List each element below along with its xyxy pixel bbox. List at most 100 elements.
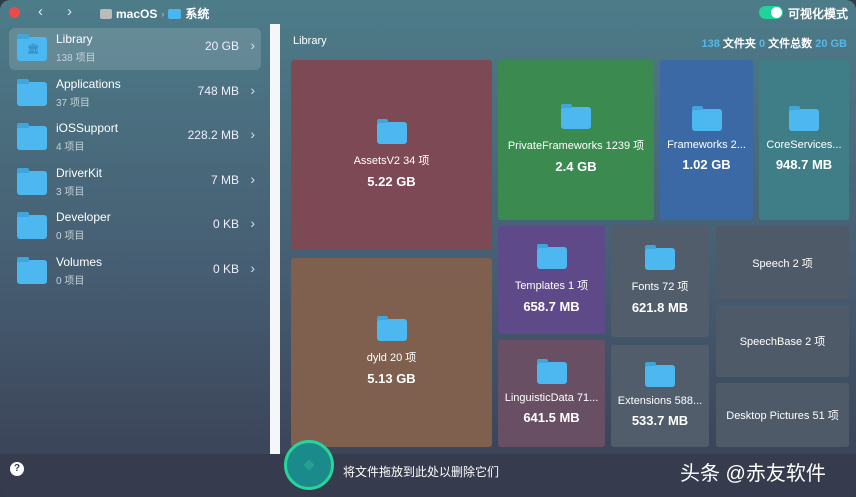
chevron-right-icon: ›: [250, 81, 255, 98]
item-name: iOSSupport: [56, 121, 119, 136]
item-count: 0 项目: [56, 231, 85, 243]
tile-size: 1.02 GB: [682, 156, 731, 172]
tile-size: 5.13 GB: [367, 371, 416, 386]
treemap-tile[interactable]: AssetsV2 34 项 5.22 GB: [291, 60, 492, 250]
chevron-right-icon: ›: [250, 170, 255, 187]
item-size: 7 MB: [210, 172, 239, 187]
item-size: 0 KB: [212, 217, 239, 232]
item-size: 748 MB: [197, 83, 239, 98]
sidebar-item[interactable]: 🏛 Library 138 项目 20 GB ›: [9, 28, 261, 70]
sidebar-item[interactable]: Applications 37 项目 748 MB ›: [9, 73, 261, 115]
treemap-tile[interactable]: LinguisticData 71... 641.5 MB: [498, 340, 605, 447]
breadcrumb-item[interactable]: 系统: [185, 5, 209, 22]
item-name: DriverKit: [56, 165, 103, 180]
folder-icon: [645, 361, 675, 387]
folder-icon: [789, 105, 819, 131]
folder-icon: [17, 212, 47, 240]
tile-size: 5.22 GB: [367, 173, 416, 189]
item-size: 20 GB: [204, 39, 239, 53]
drop-hint: 将文件拖放到此处以删除它们: [343, 465, 500, 479]
tile-name: PrivateFrameworks 1239 项: [507, 139, 645, 152]
tile-name: LinguisticData 71...: [504, 392, 599, 404]
file-count: 0: [758, 38, 766, 50]
tile-size: 621.8 MB: [631, 300, 689, 315]
treemap-tile[interactable]: Extensions 588... 533.7 MB: [611, 345, 709, 447]
sidebar-item[interactable]: Volumes 0 项目 0 KB ›: [9, 251, 261, 293]
drop-to-delete-target[interactable]: [284, 440, 334, 490]
item-count: 37 项目: [56, 97, 90, 109]
titlebar: ‹ › macOS › 系统 可视化模式: [0, 0, 856, 24]
forward-button[interactable]: ›: [67, 3, 72, 20]
folder-stats: 138 文件夹 0 文件总数 20 GB: [701, 35, 847, 51]
sidebar-item[interactable]: Developer 0 项目 0 KB ›: [9, 206, 261, 248]
breadcrumb-item[interactable]: macOS: [116, 7, 157, 21]
treemap-tile[interactable]: SpeechBase 2 项: [716, 305, 849, 377]
treemap-tile[interactable]: Templates 1 项 658.7 MB: [498, 226, 605, 334]
item-count: 138 项目: [56, 53, 96, 64]
folder-icon: [691, 105, 722, 131]
folder-icon: 🏛: [17, 34, 47, 61]
treemap-tile[interactable]: CoreServices... 948.7 MB: [759, 60, 849, 220]
folder-icon: [645, 245, 675, 270]
tile-name: AssetsV2 34 项: [353, 154, 430, 167]
item-size: 228.2 MB: [187, 128, 239, 143]
close-button[interactable]: [9, 7, 20, 18]
file-count-label: 文件总数: [768, 38, 813, 50]
visual-mode-toggle[interactable]: [759, 6, 783, 19]
tile-name: Templates 1 项: [514, 279, 589, 292]
tile-name: Extensions 588...: [617, 394, 703, 407]
folder-icon: [17, 123, 47, 151]
drive-icon: [100, 8, 112, 19]
tile-size: 948.7 MB: [775, 156, 833, 172]
back-button[interactable]: ‹: [38, 3, 43, 20]
item-name: Developer: [56, 210, 111, 225]
treemap-tile[interactable]: Desktop Pictures 51 项: [716, 383, 849, 447]
chevron-right-icon: ›: [250, 126, 255, 143]
breadcrumb: macOS › 系统: [100, 5, 209, 22]
folder-count-label: 文件夹: [722, 38, 756, 50]
treemap-tile[interactable]: Speech 2 项: [716, 226, 849, 299]
folder-icon: [17, 167, 47, 195]
item-count: 0 项目: [56, 276, 85, 287]
help-button[interactable]: ?: [10, 462, 24, 476]
tile-name: CoreServices...: [766, 138, 842, 151]
folder-icon: [536, 243, 567, 269]
sidebar-item[interactable]: DriverKit 3 项目 7 MB ›: [9, 162, 261, 204]
item-name: Library: [56, 32, 93, 46]
treemap-tile[interactable]: PrivateFrameworks 1239 项 2.4 GB: [498, 60, 654, 220]
tile-size: 533.7 MB: [631, 412, 689, 428]
folder-icon: [168, 8, 182, 19]
treemap-tile[interactable]: dyld 20 项 5.13 GB: [291, 258, 492, 447]
tile-name: Speech 2 项: [752, 257, 813, 270]
folder-count: 138: [701, 38, 720, 50]
treemap-tile[interactable]: Fonts 72 项 621.8 MB: [611, 226, 709, 337]
tile-size: 658.7 MB: [523, 298, 580, 314]
pane-divider[interactable]: [270, 24, 280, 454]
tile-name: SpeechBase 2 项: [739, 336, 826, 348]
folder-icon: [376, 118, 407, 144]
treemap-tile[interactable]: Frameworks 2... 1.02 GB: [660, 60, 753, 220]
sidebar-item[interactable]: iOSSupport 4 项目 228.2 MB ›: [9, 117, 261, 159]
item-name: Volumes: [56, 255, 103, 269]
folder-icon: [536, 359, 567, 384]
visual-mode-label: 可视化模式: [788, 7, 849, 21]
item-size: 0 KB: [212, 262, 239, 276]
item-count: 3 项目: [56, 186, 85, 198]
tile-name: dyld 20 项: [366, 352, 417, 364]
tile-name: Fonts 72 项: [631, 281, 689, 293]
folder-icon: [561, 103, 591, 129]
total-size: 20 GB: [815, 38, 847, 50]
chevron-right-icon: ›: [250, 260, 255, 276]
watermark: 头条 @赤友软件: [680, 463, 826, 485]
chevron-right-icon: ›: [250, 215, 255, 232]
sidebar: 🏛 Library 138 项目 20 GB › Applications 37…: [0, 24, 268, 454]
folder-icon: [17, 257, 47, 284]
app-window: ‹ › macOS › 系统 可视化模式 🏛 Library 138 项目 20…: [0, 0, 856, 497]
tile-size: 641.5 MB: [523, 410, 580, 425]
folder-title: Library: [293, 35, 327, 47]
breadcrumb-separator-icon: ›: [161, 8, 165, 19]
folder-icon: [376, 316, 407, 341]
folder-icon: [17, 78, 47, 106]
tile-name: Desktop Pictures 51 项: [726, 410, 839, 422]
item-name: Applications: [56, 76, 121, 91]
